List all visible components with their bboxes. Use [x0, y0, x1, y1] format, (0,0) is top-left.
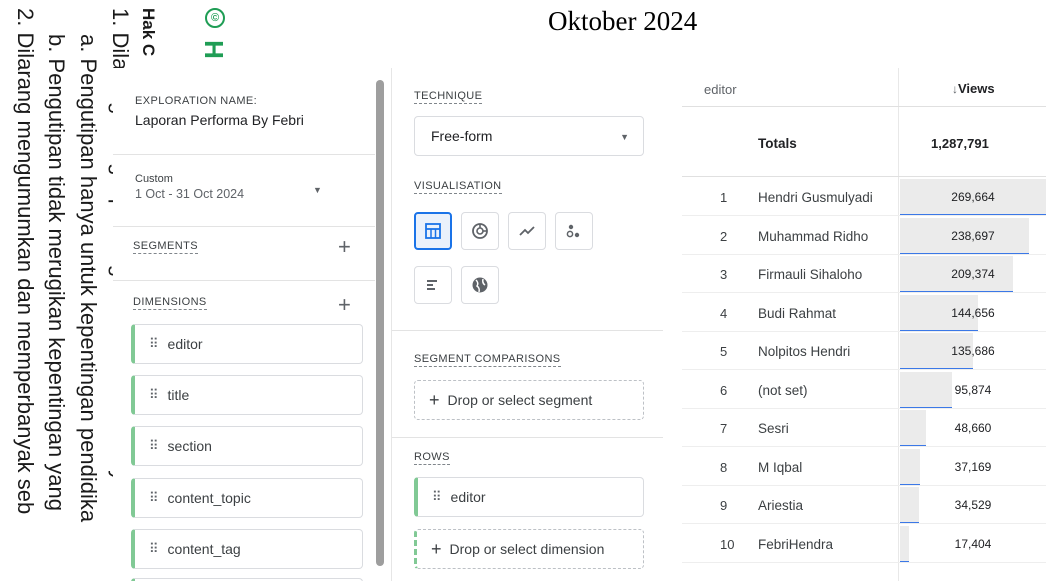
drag-handle-icon[interactable]: ⠿	[149, 438, 158, 454]
copyright-icon: ©	[205, 8, 225, 28]
divider	[392, 437, 663, 438]
dimension-chip-title[interactable]: ⠿ title	[131, 375, 363, 415]
views-column-header[interactable]: ↓Views	[952, 81, 995, 96]
row-name: Hendri Gusmulyadi	[758, 190, 873, 205]
segments-label: SEGMENTS	[133, 240, 198, 254]
technique-label: TECHNIQUE	[414, 90, 483, 104]
technique-select[interactable]: Free-form ▼	[414, 116, 644, 156]
dimension-chip-section[interactable]: ⠿ section	[131, 426, 363, 466]
drag-handle-icon[interactable]: ⠿	[149, 490, 158, 506]
drag-handle-icon[interactable]: ⠿	[432, 489, 441, 505]
exploration-name-field[interactable]: Laporan Performa By Febri	[135, 112, 304, 128]
row-views: 238,697	[951, 228, 995, 243]
green-letter: H	[198, 40, 229, 59]
totals-divider	[682, 176, 1046, 177]
line-chart-icon[interactable]	[508, 212, 546, 250]
dimensions-label: DIMENSIONS	[133, 296, 207, 310]
variables-panel: EXPLORATION NAME: Laporan Performa By Fe…	[113, 68, 375, 581]
divider	[392, 330, 663, 331]
chevron-down-icon[interactable]: ▼	[313, 185, 322, 195]
table-row[interactable]: 1 Hendri Gusmulyadi 269,664	[682, 178, 1046, 216]
row-index: 2	[720, 228, 728, 244]
row-name: M Iqbal	[758, 459, 803, 475]
segment-comparisons-label: SEGMENT COMPARISONS	[414, 353, 561, 367]
document-title: Oktober 2024	[548, 6, 698, 36]
row-views: 17,404	[954, 536, 992, 551]
row-divider	[682, 561, 1046, 563]
totals-label: Totals	[758, 136, 797, 151]
dimension-chip-editor[interactable]: ⠿ editor	[131, 324, 363, 364]
row-name: Budi Rahmat	[758, 305, 837, 321]
chevron-down-icon: ▼	[620, 132, 629, 142]
plus-icon: +	[429, 389, 440, 410]
donut-chart-icon[interactable]	[461, 212, 499, 250]
scatter-plot-icon[interactable]	[555, 212, 593, 250]
add-dimension-icon[interactable]: +	[338, 294, 351, 316]
table-row[interactable]: 9 Ariestia 34,529	[682, 486, 1046, 524]
header-divider	[682, 106, 1046, 107]
rows-label: ROWS	[414, 451, 450, 465]
divider	[113, 280, 375, 281]
table-row[interactable]: 4 Budi Rahmat 144,656	[682, 294, 1046, 332]
row-chip-editor[interactable]: ⠿ editor	[414, 477, 644, 517]
row-views: 209,374	[951, 267, 995, 281]
row-index: 10	[720, 536, 735, 552]
row-name: Nolpitos Hendri	[758, 344, 851, 359]
drag-handle-icon[interactable]: ⠿	[149, 336, 158, 352]
row-views: 135,686	[951, 344, 995, 358]
row-index: 5	[720, 344, 728, 359]
table-row[interactable]: 10 FebriHendra 17,404	[682, 525, 1046, 563]
row-name: FebriHendra	[758, 536, 834, 552]
date-preset: Custom	[135, 173, 173, 185]
row-views: 34,529	[954, 498, 992, 512]
table-row[interactable]: 5 Nolpitos Hendri 135,686	[682, 332, 1046, 370]
divider	[113, 154, 375, 155]
table-row[interactable]: 6 (not set) 95,874	[682, 371, 1046, 409]
row-name: Sesri	[758, 421, 789, 436]
row-name: Firmauli Sihaloho	[758, 267, 863, 282]
row-name: Muhammad Ridho	[758, 228, 869, 244]
drag-handle-icon[interactable]: ⠿	[149, 541, 158, 557]
hak-cipta-text: Hak C	[139, 8, 158, 57]
row-index: 1	[720, 190, 728, 205]
exploration-name-label: EXPLORATION NAME:	[135, 95, 258, 107]
dimension-chip-content-topic[interactable]: ⠿ content_topic	[131, 478, 363, 518]
table-viz-icon[interactable]	[414, 212, 452, 250]
row-views: 37,169	[954, 459, 992, 474]
table-row[interactable]: 8 M Iqbal 37,169	[682, 448, 1046, 486]
row-views: 48,660	[954, 421, 992, 435]
visualisation-label: VISUALISATION	[414, 180, 502, 194]
dimension-column-header[interactable]: editor	[704, 82, 737, 97]
drop-segment-target[interactable]: + Drop or select segment	[414, 380, 644, 420]
settings-panel: TECHNIQUE Free-form ▼ VISUALISATION SEGM…	[391, 68, 663, 581]
table-row[interactable]: 7 Sesri 48,660	[682, 409, 1046, 447]
results-table: editor ↓Views Totals 1,287,791 1 Hendri G…	[682, 68, 1046, 581]
bar-chart-icon[interactable]	[414, 266, 452, 304]
row-name: Ariestia	[758, 498, 804, 513]
doc-line-a: a. Pengutipan hanya untuk kepentingan pe…	[76, 34, 101, 523]
row-views: 95,874	[954, 382, 992, 397]
drag-handle-icon[interactable]: ⠿	[149, 387, 158, 403]
table-row[interactable]: 3 Firmauli Sihaloho 209,374	[682, 255, 1046, 293]
row-index: 3	[720, 267, 728, 282]
row-views: 144,656	[951, 305, 995, 320]
row-index: 7	[720, 421, 728, 436]
doc-line-2: 2. Dilarang mengumumkan dan memperbanyak…	[13, 8, 38, 515]
table-row[interactable]: 2 Muhammad Ridho 238,697	[682, 217, 1046, 255]
totals-value: 1,287,791	[931, 136, 989, 151]
divider	[113, 226, 375, 227]
dimension-chip-content-tag[interactable]: ⠿ content_tag	[131, 529, 363, 569]
row-index: 6	[720, 382, 728, 398]
add-segment-icon[interactable]: +	[338, 236, 351, 258]
row-index: 9	[720, 498, 728, 513]
plus-icon: +	[431, 538, 442, 559]
globe-icon[interactable]	[461, 266, 499, 304]
row-index: 4	[720, 305, 728, 321]
drop-dimension-target[interactable]: + Drop or select dimension	[414, 529, 644, 569]
doc-line-b: b. Pengutipan tidak merugikan kepentinga…	[44, 34, 69, 512]
row-index: 8	[720, 459, 728, 475]
row-views: 269,664	[951, 190, 995, 204]
row-name: (not set)	[758, 382, 808, 398]
scrollbar[interactable]	[376, 80, 384, 566]
